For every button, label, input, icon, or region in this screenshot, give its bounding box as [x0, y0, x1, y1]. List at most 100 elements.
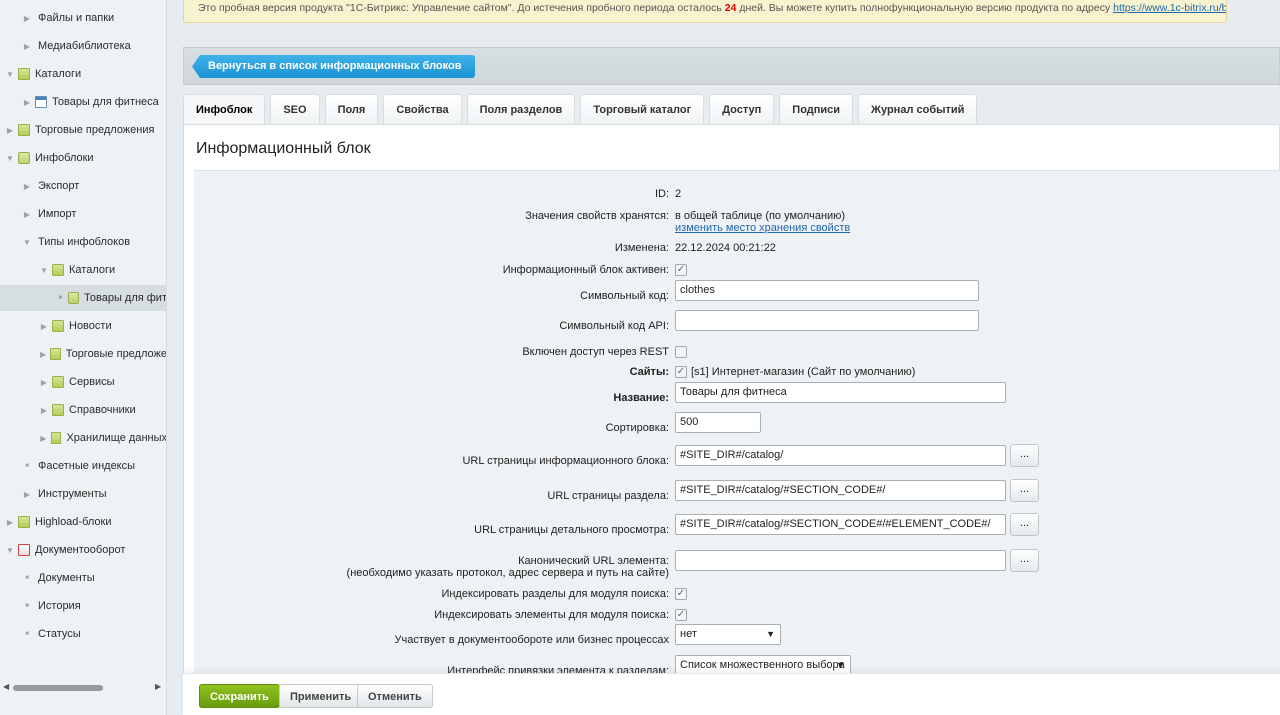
- cancel-button[interactable]: Отменить: [357, 684, 433, 708]
- bullet-icon: ■: [25, 463, 29, 469]
- expand-right-icon[interactable]: ▶: [21, 42, 33, 51]
- sidebar-item[interactable]: ▶ Торговые предложения: [0, 117, 166, 143]
- expand-right-icon[interactable]: ▶: [21, 182, 33, 191]
- site-s1-checkbox[interactable]: ✓: [675, 366, 687, 378]
- url-detail-input[interactable]: #SITE_DIR#/catalog/#SECTION_CODE#/#ELEME…: [675, 514, 1006, 535]
- id-label: ID:: [654, 188, 669, 200]
- code-input[interactable]: clothes: [675, 280, 979, 301]
- sidebar-item-label: Highload-блоки: [35, 516, 112, 528]
- sidebar-item[interactable]: ▶ Новости: [0, 313, 166, 339]
- index-sections-checkbox[interactable]: ✓: [675, 588, 687, 600]
- sidebar-item[interactable]: ■ Документы: [0, 565, 166, 591]
- sidebar-item[interactable]: ▼ Каталоги: [0, 257, 166, 283]
- sidebar-item[interactable]: ▼ Инфоблоки: [0, 145, 166, 171]
- expand-down-icon[interactable]: ▼: [4, 154, 16, 163]
- sort-label: Сортировка:: [605, 422, 669, 434]
- scroll-right-icon[interactable]: ▶: [155, 682, 161, 691]
- back-to-list-button[interactable]: Вернуться в список информационных блоков: [192, 55, 476, 78]
- name-input[interactable]: Товары для фитнеса: [675, 382, 1006, 403]
- scrollbar-thumb[interactable]: [13, 685, 103, 691]
- tab[interactable]: Поля разделов: [466, 94, 576, 124]
- sidebar-item-label: Каталоги: [35, 68, 82, 80]
- expand-right-icon[interactable]: ▶: [38, 378, 50, 387]
- tab[interactable]: Доступ: [709, 94, 775, 124]
- expand-down-icon[interactable]: ▼: [4, 70, 16, 79]
- rest-checkbox[interactable]: [675, 346, 687, 358]
- sidebar-horizontal-scrollbar[interactable]: ◀ ▶: [0, 681, 166, 695]
- tab[interactable]: Поля: [324, 94, 379, 124]
- sidebar-item[interactable]: ▶ Инструменты: [0, 481, 166, 507]
- tab[interactable]: Свойства: [383, 94, 462, 124]
- url-section-browse-button[interactable]: ...: [1010, 479, 1039, 502]
- expand-down-icon[interactable]: ▼: [38, 266, 50, 275]
- expand-right-icon[interactable]: ▶: [21, 210, 33, 219]
- workflow-select[interactable]: нет ▼: [675, 624, 781, 645]
- expand-right-icon[interactable]: ▶: [21, 490, 33, 499]
- save-button[interactable]: Сохранить: [199, 684, 280, 708]
- sidebar-item-label: Документы: [38, 572, 95, 584]
- url-iblock-label: URL страницы информационного блока:: [462, 455, 669, 467]
- url-iblock-input[interactable]: #SITE_DIR#/catalog/: [675, 445, 1006, 466]
- sidebar-item[interactable]: ▼ Документооборот: [0, 537, 166, 563]
- expand-right-icon[interactable]: ▶: [21, 14, 33, 23]
- sidebar-item-label: Товары для фитнеса: [52, 96, 159, 108]
- sidebar-item[interactable]: ▶ Справочники: [0, 397, 166, 423]
- trial-banner: Это пробная версия продукта "1С-Битрикс:…: [183, 0, 1227, 23]
- url-iblock-browse-button[interactable]: ...: [1010, 444, 1039, 467]
- tab[interactable]: Журнал событий: [858, 94, 978, 124]
- canonical-hint: (необходимо указать протокол, адрес серв…: [346, 567, 669, 579]
- canonical-browse-button[interactable]: ...: [1010, 549, 1039, 572]
- sidebar-item[interactable]: ▶ Товары для фитнеса: [0, 89, 166, 115]
- folder-icon: [18, 516, 30, 528]
- bullet-icon: ■: [25, 603, 29, 609]
- folder-icon: [52, 376, 64, 388]
- sidebar-item-label: Фасетные индексы: [38, 460, 136, 472]
- sidebar-item-label: Торговые предложе: [65, 348, 167, 360]
- tab[interactable]: SEO: [270, 94, 320, 124]
- sidebar-item[interactable]: ▶ Файлы и папки: [0, 5, 166, 31]
- name-label: Название:: [613, 392, 669, 404]
- sidebar-item-label: Статусы: [38, 628, 81, 640]
- sidebar-item[interactable]: ▼ Каталоги: [0, 61, 166, 87]
- sort-input[interactable]: 500: [675, 412, 761, 433]
- change-storage-link[interactable]: изменить место хранения свойств: [675, 222, 850, 234]
- sidebar-item[interactable]: ■ Товары для фит: [0, 285, 166, 311]
- active-checkbox[interactable]: ✓: [675, 264, 687, 276]
- sidebar-item[interactable]: ▶ Highload-блоки: [0, 509, 166, 535]
- tab[interactable]: Инфоблок: [183, 94, 266, 126]
- expand-right-icon[interactable]: ▶: [38, 434, 49, 443]
- sidebar-item[interactable]: ■ Статусы: [0, 621, 166, 647]
- sidebar-item[interactable]: ▶ Медиабиблиотека: [0, 33, 166, 59]
- expand-right-icon[interactable]: ▶: [38, 406, 50, 415]
- expand-right-icon[interactable]: ▶: [4, 518, 16, 527]
- expand-right-icon[interactable]: ▶: [38, 350, 48, 359]
- tab[interactable]: Подписи: [779, 94, 854, 124]
- folder-icon: [18, 124, 30, 136]
- tab[interactable]: Торговый каталог: [580, 94, 705, 124]
- sidebar-item[interactable]: ▼ Типы инфоблоков: [0, 229, 166, 255]
- expand-right-icon[interactable]: ▶: [21, 98, 33, 107]
- sidebar-item[interactable]: ▶ Хранилище данных: [0, 425, 166, 451]
- api-code-input[interactable]: [675, 310, 979, 331]
- expand-right-icon[interactable]: ▶: [38, 322, 50, 331]
- id-value: 2: [675, 188, 682, 200]
- scroll-left-icon[interactable]: ◀: [3, 682, 9, 691]
- expand-right-icon[interactable]: ▶: [4, 126, 16, 135]
- sidebar-item[interactable]: ▶ Импорт: [0, 201, 166, 227]
- url-detail-browse-button[interactable]: ...: [1010, 513, 1039, 536]
- expand-down-icon[interactable]: ▼: [4, 546, 16, 555]
- sidebar-item[interactable]: ▶ Сервисы: [0, 369, 166, 395]
- expand-down-icon[interactable]: ▼: [21, 238, 33, 247]
- sidebar-item-label: Инфоблоки: [35, 152, 94, 164]
- index-elements-checkbox[interactable]: ✓: [675, 609, 687, 621]
- apply-button[interactable]: Применить: [279, 684, 363, 708]
- sidebar-item[interactable]: ■ Фасетные индексы: [0, 453, 166, 479]
- sidebar-item-label: Справочники: [69, 404, 136, 416]
- url-section-input[interactable]: #SITE_DIR#/catalog/#SECTION_CODE#/: [675, 480, 1006, 501]
- sidebar-item[interactable]: ▶ Торговые предложе: [0, 341, 167, 367]
- canonical-input[interactable]: [675, 550, 1006, 571]
- sidebar-item[interactable]: ■ История: [0, 593, 166, 619]
- sidebar-item[interactable]: ▶ Экспорт: [0, 173, 166, 199]
- buy-link[interactable]: https://www.1c-bitrix.ru/buy/: [1113, 2, 1226, 14]
- sidebar-item-label: Торговые предложения: [35, 124, 155, 136]
